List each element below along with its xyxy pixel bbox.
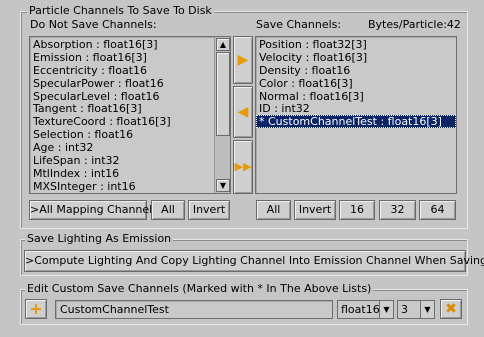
list-item[interactable]: Absorption : float16[3] bbox=[30, 38, 214, 51]
bytes-per-particle-label: Bytes/Particle:42 bbox=[368, 18, 461, 31]
size-32-button[interactable]: 32 bbox=[379, 200, 416, 220]
add-channel-button[interactable]: + bbox=[25, 299, 47, 319]
list-item[interactable]: Tangent : float16[3] bbox=[30, 102, 214, 116]
list-item[interactable]: Color : float16[3] bbox=[256, 77, 456, 90]
list-item[interactable]: Position : float32[3] bbox=[256, 38, 456, 51]
close-x-icon: ✖ bbox=[445, 301, 457, 317]
plus-icon: + bbox=[29, 299, 43, 318]
list-item[interactable]: SpecularPower : float16 bbox=[30, 77, 214, 90]
size-64-button[interactable]: 64 bbox=[419, 200, 456, 220]
arrow-right-icon: ▶ bbox=[237, 52, 249, 68]
scroll-down-icon[interactable]: ▼ bbox=[216, 179, 230, 192]
channel-type-value: float16 bbox=[341, 303, 380, 316]
chevron-down-icon[interactable]: ▼ bbox=[420, 301, 434, 318]
channel-type-dropdown[interactable]: float16 ▼ bbox=[337, 300, 394, 319]
size-16-button[interactable]: 16 bbox=[339, 200, 375, 220]
left-all-button[interactable]: All bbox=[151, 200, 185, 220]
move-left-button[interactable]: ◀ bbox=[233, 86, 253, 138]
left-invert-button[interactable]: Invert bbox=[188, 200, 230, 220]
list-item[interactable]: Normal : float16[3] bbox=[256, 90, 456, 103]
do-not-save-list[interactable]: Absorption : float16[3] Emission : float1… bbox=[29, 36, 231, 194]
list-item[interactable]: LifeSpan : int32 bbox=[30, 154, 214, 167]
list-item[interactable]: ID : int32 bbox=[256, 102, 456, 116]
list-item[interactable]: MtlIndex : int16 bbox=[30, 167, 214, 180]
all-mapping-channels-button[interactable]: >All Mapping Channels bbox=[29, 200, 158, 220]
list-item[interactable]: Eccentricity : float16 bbox=[30, 64, 214, 77]
list-item[interactable]: Density : float16 bbox=[256, 64, 456, 77]
arrow-left-icon: ◀ bbox=[237, 104, 249, 120]
channel-arity-value: 3 bbox=[401, 303, 408, 316]
list-item[interactable]: SpecularLevel : float16 bbox=[30, 90, 214, 103]
save-channels-header: Save Channels: bbox=[256, 18, 342, 31]
move-all-right-button[interactable]: ▶▶ bbox=[233, 140, 253, 194]
list-item[interactable]: MXSInteger : int16 bbox=[30, 180, 214, 193]
do-not-save-header: Do Not Save Channels: bbox=[30, 18, 157, 31]
list-item[interactable]: * CustomChannelTest : float16[3] bbox=[256, 115, 456, 128]
list-item[interactable]: Emission : float16[3] bbox=[30, 51, 214, 64]
compute-lighting-button[interactable]: >Compute Lighting And Copy Lighting Chan… bbox=[24, 250, 484, 272]
delete-channel-button[interactable]: ✖ bbox=[440, 299, 462, 319]
chevron-down-icon[interactable]: ▼ bbox=[379, 301, 393, 318]
right-all-button[interactable]: All bbox=[256, 200, 291, 220]
channel-arity-dropdown[interactable]: 3 ▼ bbox=[397, 300, 435, 319]
list-item[interactable]: Age : int32 bbox=[30, 141, 214, 154]
move-right-button[interactable]: ▶ bbox=[233, 36, 253, 84]
channel-name-field[interactable]: CustomChannelTest bbox=[55, 300, 333, 319]
right-invert-button[interactable]: Invert bbox=[294, 200, 336, 220]
list-item[interactable]: Velocity : float16[3] bbox=[256, 51, 456, 64]
custom-channels-title: Edit Custom Save Channels (Marked with *… bbox=[25, 282, 374, 295]
lighting-group-title: Save Lighting As Emission bbox=[25, 232, 174, 245]
list-item[interactable]: Selection : float16 bbox=[30, 128, 214, 141]
double-arrow-right-icon: ▶▶ bbox=[234, 160, 252, 173]
scrollbar-thumb[interactable] bbox=[216, 52, 230, 136]
particle-channels-title: Particle Channels To Save To Disk bbox=[27, 4, 214, 17]
list-item[interactable]: TextureCoord : float16[3] bbox=[30, 115, 214, 128]
scroll-up-icon[interactable]: ▲ bbox=[216, 38, 230, 51]
left-list-scrollbar[interactable]: ▲ ▼ bbox=[214, 37, 230, 193]
save-channels-list[interactable]: Position : float32[3] Velocity : float16[… bbox=[255, 36, 457, 194]
